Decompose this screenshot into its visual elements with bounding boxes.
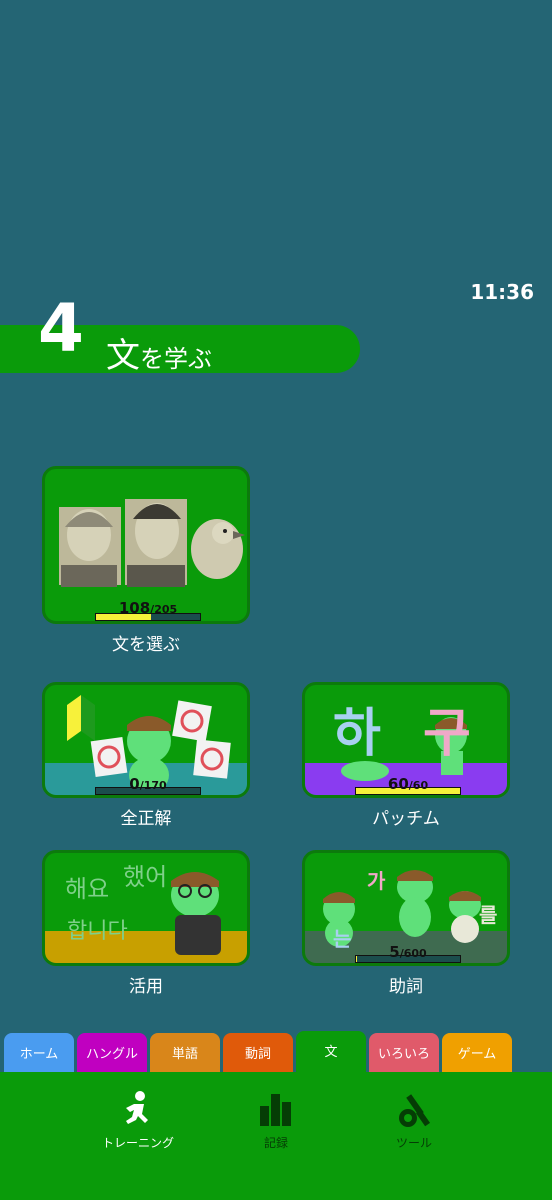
section-number: 4 [38, 290, 84, 367]
tab-games[interactable]: ゲーム [442, 1033, 512, 1073]
card-label-batchim: パッチム [372, 809, 440, 829]
card-label-all-correct: 全正解 [120, 809, 172, 829]
tab-words[interactable]: 単語 [150, 1033, 220, 1073]
tab-verbs[interactable]: 動詞 [223, 1033, 293, 1073]
section-title-kanji: 文 [106, 336, 140, 376]
tab-hangul[interactable]: ハングル [77, 1033, 147, 1073]
card-label-select: 文を選ぶ [112, 635, 180, 655]
progress-count: 60/60 [387, 775, 429, 793]
tab-misc[interactable]: いろいろ [369, 1033, 439, 1073]
progress-current: 0 [129, 775, 140, 793]
progress-total: 170 [143, 779, 167, 792]
hangul-ha: 하 [333, 704, 381, 764]
card-all-correct[interactable]: 0/170 [42, 682, 250, 798]
progress-count: 0/170 [129, 775, 167, 793]
nav-tools-label: ツール [395, 1136, 432, 1150]
progress-current: 108 [118, 599, 151, 617]
progress-count: 5/600 [389, 943, 427, 961]
running-person-icon [126, 1091, 148, 1124]
card-label-conjugation: 活用 [129, 977, 163, 997]
progress-total: 60 [412, 779, 429, 792]
nav-training-label: トレーニング [101, 1136, 174, 1150]
tools-icon [399, 1094, 431, 1127]
tab-home[interactable]: ホーム [4, 1033, 74, 1073]
card-select-sentence[interactable]: 108/205 [42, 466, 250, 624]
card-batchim[interactable]: 하 구 60/60 [302, 682, 510, 798]
bottom-nav: トレーニング 記録 ツール [0, 1072, 552, 1200]
hangul-reul: 를 [479, 903, 498, 927]
tab-sentences[interactable]: 文 [296, 1031, 366, 1073]
bar-chart-icon [260, 1094, 291, 1126]
teacher-cat-illustration [171, 872, 221, 955]
hangul-ga: 가 [367, 869, 386, 893]
progress-count: 108/205 [118, 599, 178, 617]
progress-current: 60 [387, 775, 409, 793]
nav-tools[interactable]: ツール [354, 1090, 474, 1151]
progress-total: 600 [403, 947, 427, 960]
status-time: 11:36 [470, 280, 534, 304]
nav-records-label: 記録 [263, 1136, 288, 1150]
card-particles[interactable]: 가 는 를 5/600 [302, 850, 510, 966]
category-tabs: ホーム ハングル 単語 動詞 文 いろいろ ゲーム [0, 1031, 552, 1073]
hangul-gu: 구 [423, 704, 471, 764]
nav-training[interactable]: トレーニング [78, 1090, 198, 1151]
hangul-neun: 는 [333, 927, 352, 951]
section-title: 文を学ぶ [106, 328, 212, 377]
progress-current: 5 [389, 943, 400, 961]
progress-total: 205 [154, 603, 178, 616]
card-label-particles: 助詞 [389, 977, 423, 997]
nav-records[interactable]: 記録 [216, 1090, 336, 1151]
section-title-rest: を学ぶ [140, 345, 212, 373]
card-conjugation[interactable]: 해요 했어 합니다 [42, 850, 250, 966]
